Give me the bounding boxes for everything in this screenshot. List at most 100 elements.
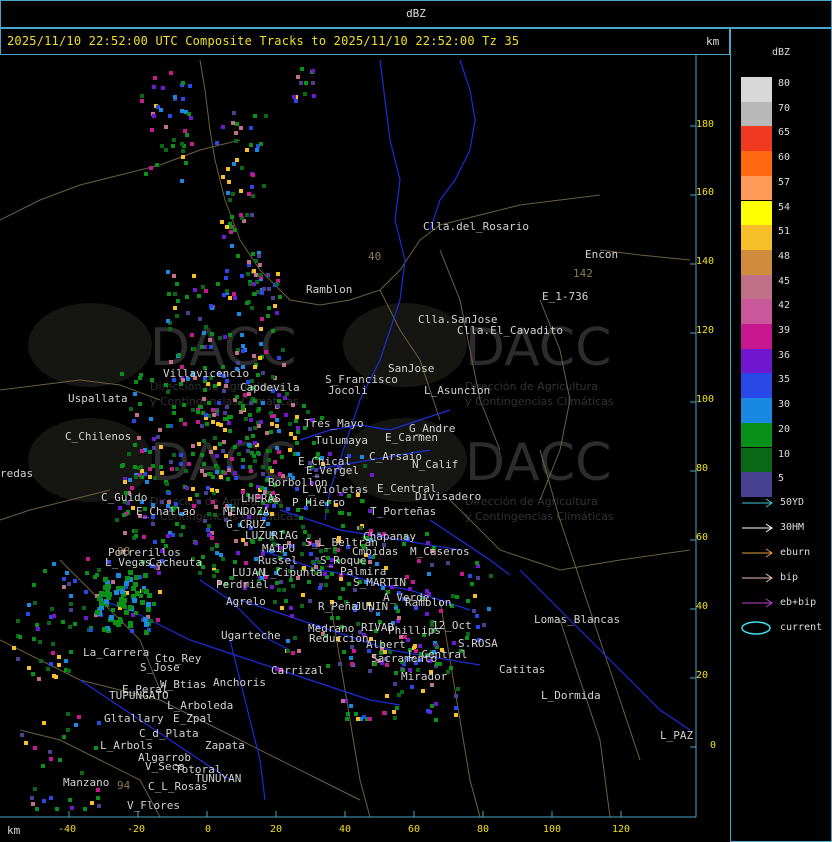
echo-cell <box>95 610 100 615</box>
echo-cell <box>249 418 253 422</box>
echo-cell <box>341 587 345 591</box>
echo-cell <box>258 356 262 360</box>
echo-cell <box>425 612 429 616</box>
echo-cell <box>49 757 53 761</box>
echo-cell <box>103 577 108 582</box>
echo-cell <box>259 327 263 331</box>
y-tick-label: 160 <box>696 187 715 198</box>
echo-cell <box>116 573 121 578</box>
y-tick-label: 140 <box>696 256 715 267</box>
echo-cell <box>164 148 168 152</box>
track-arrow-icon <box>742 548 773 558</box>
echo-cell <box>216 466 220 470</box>
legend-swatch <box>741 249 772 275</box>
echo-cell <box>171 533 175 537</box>
echo-cell <box>184 469 188 473</box>
echo-cell <box>294 99 298 103</box>
echo-cell <box>232 162 236 166</box>
echo-cell <box>326 664 330 668</box>
x-tick-label: 20 <box>269 824 283 835</box>
echo-cell <box>157 571 161 575</box>
echo-cell <box>264 114 268 118</box>
echo-cell <box>307 580 311 584</box>
echo-cell <box>166 534 170 538</box>
echo-cell <box>236 551 240 555</box>
echo-cell <box>51 651 55 655</box>
echo-cell <box>253 459 257 463</box>
echo-cell <box>247 192 251 196</box>
echo-cell <box>133 582 138 587</box>
echo-cell <box>296 430 300 434</box>
echo-cell <box>330 572 334 576</box>
echo-cell <box>207 512 211 516</box>
place-label: Jocoli <box>328 384 368 397</box>
echo-cell <box>411 580 415 584</box>
echo-cell <box>309 552 313 556</box>
echo-cell <box>230 215 234 219</box>
echo-cell <box>164 125 168 129</box>
echo-cell <box>264 350 268 354</box>
echo-cell <box>224 454 228 458</box>
echo-cell <box>262 287 266 291</box>
echo-cell <box>190 333 194 337</box>
echo-cell <box>200 424 204 428</box>
echo-cell <box>253 399 257 403</box>
place-label: JUNIN <box>355 600 389 613</box>
echo-cell <box>144 172 148 176</box>
echo-cell <box>211 500 215 504</box>
echo-cell <box>468 574 472 578</box>
echo-cell <box>266 522 270 526</box>
echo-cell <box>42 799 46 803</box>
echo-cell <box>239 189 243 193</box>
echo-cell <box>132 419 136 423</box>
echo-cell <box>237 452 241 456</box>
place-label: L_Violetas <box>302 483 369 496</box>
echo-cell <box>36 627 40 631</box>
echo-cell <box>73 622 77 626</box>
echo-cell <box>97 568 101 572</box>
echo-cell <box>167 491 171 495</box>
echo-cell <box>146 607 151 612</box>
echo-cell <box>286 639 290 643</box>
y-tick-label: 100 <box>696 394 715 405</box>
echo-cell <box>176 299 180 303</box>
echo-cell <box>181 155 185 159</box>
legend-swatch <box>741 126 772 152</box>
echo-cell <box>203 519 207 523</box>
echo-cell <box>69 650 73 654</box>
echo-cell <box>222 440 226 444</box>
echo-cell <box>286 507 290 511</box>
echo-cell <box>137 436 141 440</box>
legend-value-label: 70 <box>778 102 791 114</box>
place-label: Tres_Mayo <box>304 417 364 430</box>
echo-cell <box>52 614 56 618</box>
echo-cell <box>269 411 273 415</box>
echo-cell <box>252 292 256 296</box>
echo-cell <box>254 259 258 263</box>
echo-cell <box>211 475 215 479</box>
echo-cell <box>172 453 176 457</box>
echo-cell <box>276 272 280 276</box>
echo-cell <box>234 131 238 135</box>
echo-cell <box>482 623 486 627</box>
echo-cell <box>210 332 214 336</box>
echo-cell <box>140 600 145 605</box>
echo-cell <box>356 622 360 626</box>
echo-cell <box>249 469 253 473</box>
echo-cell <box>173 95 177 99</box>
echo-cell <box>219 553 223 557</box>
echo-cell <box>133 465 137 469</box>
echo-cell <box>121 463 125 467</box>
place-label: 40 <box>368 250 382 263</box>
echo-cell <box>225 417 229 421</box>
legend-swatch <box>741 101 772 127</box>
legend-value-label: 80 <box>778 78 791 89</box>
legend-swatch <box>741 422 772 448</box>
echo-cell <box>237 312 241 316</box>
echo-cell <box>245 301 249 305</box>
echo-cell <box>226 477 230 481</box>
echo-cell <box>134 611 138 615</box>
echo-cell <box>200 469 204 473</box>
echo-cell <box>135 413 139 417</box>
echo-cell <box>354 712 358 716</box>
